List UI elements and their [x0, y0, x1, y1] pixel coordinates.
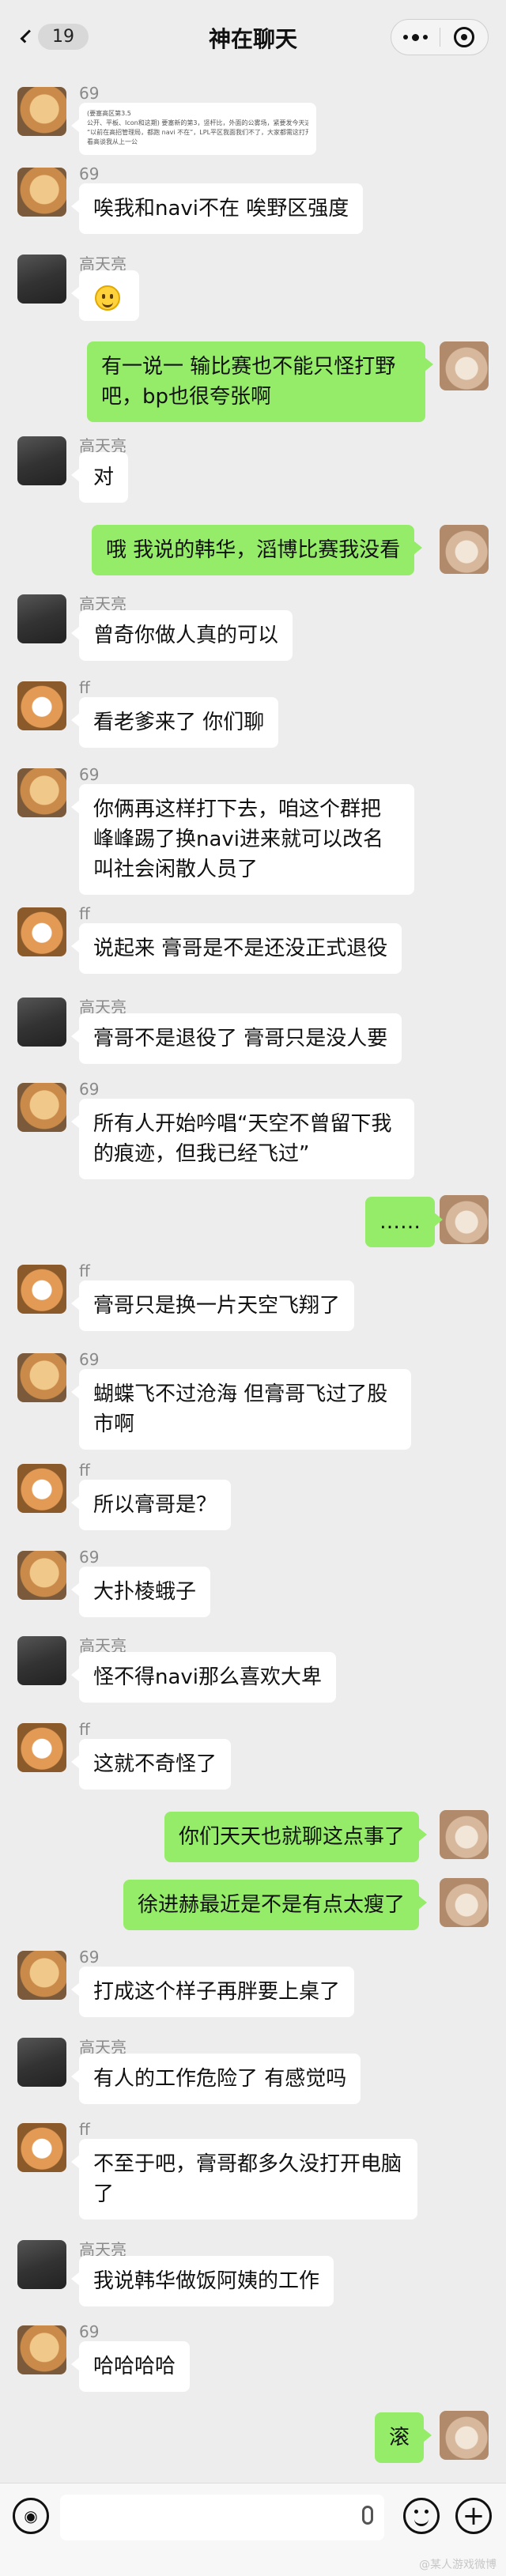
avatar-69[interactable] — [17, 1951, 66, 2000]
avatar-gao-tianliang[interactable] — [17, 998, 66, 1047]
avatar-ff[interactable] — [17, 907, 66, 956]
avatar-ff[interactable] — [17, 1265, 66, 1314]
message-bubble[interactable]: 打成这个样子再胖要上桌了 — [70, 1967, 355, 2017]
avatar-ff[interactable] — [17, 1723, 66, 1772]
message-bubble[interactable]: 我说韩华做饭阿姨的工作 — [70, 2256, 334, 2306]
forwarded-text-line: 看高谈我从上一公 — [87, 138, 138, 145]
avatar-69[interactable] — [17, 1551, 66, 1600]
more-dot-icon — [402, 35, 408, 40]
message-bubble[interactable]: 有一说一 输比赛也不能只怪打野吧，bp也很夸张啊 — [87, 341, 433, 422]
message-bubble[interactable]: 怪不得navi那么喜欢大卑 — [70, 1652, 337, 1703]
sender-name: 69 — [79, 84, 100, 103]
forwarded-text-line: (要塞高区第3.5 — [87, 110, 131, 117]
sound-wave-icon: ◉ — [24, 2506, 38, 2525]
message-bubble[interactable]: 哈哈哈哈 — [70, 2341, 191, 2392]
sender-name: ff — [79, 2120, 90, 2139]
message-bubble[interactable]: 所以膏哥是？ — [70, 1480, 232, 1530]
message-bubble[interactable]: 唉我和navi不在 唉野区强度 — [70, 183, 364, 234]
message-bubble[interactable]: 所有人开始吟唱“天空不曾留下我的痕迹，但我已经飞过” — [71, 1099, 414, 1179]
sender-name: 69 — [79, 1350, 100, 1369]
message-bubble[interactable]: 曾奇你做人真的可以 — [70, 610, 293, 661]
avatar-gao-tianliang[interactable] — [17, 2038, 66, 2087]
message-bubble[interactable]: 徐进赫最近是不是有点太瘦了 — [123, 1880, 428, 1930]
message-bubble[interactable]: 滚 — [375, 2412, 432, 2463]
smile-emoji-icon — [95, 285, 120, 311]
sender-name: ff — [79, 678, 90, 697]
message-bubble[interactable]: 大扑棱蛾子 — [70, 1567, 211, 1617]
sender-name: 69 — [79, 1080, 100, 1099]
avatar-gao-tianliang[interactable] — [17, 2240, 66, 2289]
avatar-69[interactable] — [17, 768, 66, 817]
watermark: @某人游戏微博 — [419, 2559, 497, 2571]
sender-name: ff — [79, 904, 90, 923]
message-bubble[interactable]: 哦 我说的韩华，滔博比赛我没看 — [92, 525, 423, 575]
avatar-ff[interactable] — [17, 681, 66, 730]
message-bubble[interactable]: 蝴蝶飞不过沧海 但膏哥飞过了股市啊 — [71, 1369, 411, 1450]
avatar-gao-tianliang[interactable] — [17, 255, 66, 304]
message-bubble[interactable]: 你们天天也就聊这点事了 — [164, 1812, 428, 1862]
plus-icon: + — [462, 2500, 485, 2532]
forwarded-text-line: 公开、平板、Icon和这期) 要塞新的第3，竖杆比，外面的公雾场，紧要发今天这种… — [87, 119, 308, 126]
chat-header: 19 神在聊天 — [0, 0, 506, 73]
input-toolbar: ◉ + @某人游戏微博 — [0, 2483, 506, 2576]
avatar-self[interactable] — [440, 341, 489, 390]
avatar-69[interactable] — [17, 2325, 66, 2374]
avatar-gao-tianliang[interactable] — [17, 594, 66, 643]
sender-name: 69 — [79, 164, 100, 183]
message-bubble[interactable]: 你俩再这样打下去，咱这个群把峰峰踢了换navi进来就可以改名叫社会闲散人员了 — [71, 784, 414, 895]
message-bubble[interactable]: 说起来 膏哥是不是还没正式退役 — [70, 923, 402, 974]
microphone-icon[interactable] — [362, 2506, 373, 2525]
message-bubble[interactable]: 不至于吧，膏哥都多久没打开电脑了 — [71, 2139, 417, 2220]
avatar-ff[interactable] — [17, 2123, 66, 2172]
message-bubble[interactable]: 这就不奇怪了 — [70, 1739, 232, 1790]
avatar-ff[interactable] — [17, 1464, 66, 1513]
more-button[interactable] — [391, 33, 440, 41]
avatar-69[interactable] — [17, 168, 66, 217]
avatar-gao-tianliang[interactable] — [17, 1636, 66, 1685]
message-bubble[interactable]: …… — [365, 1197, 443, 1247]
message-bubble[interactable]: 对 — [70, 452, 129, 503]
sender-name: 69 — [79, 1548, 100, 1567]
avatar-self[interactable] — [440, 1195, 489, 1244]
voice-input-button[interactable]: ◉ — [13, 2498, 49, 2534]
avatar-69[interactable] — [17, 1353, 66, 1402]
sender-name: 69 — [79, 2322, 100, 2341]
sender-name: ff — [79, 1720, 90, 1739]
sender-name: 69 — [79, 765, 100, 784]
sender-name: ff — [79, 1461, 90, 1480]
sender-name: ff — [79, 1262, 90, 1280]
emoji-message-bubble[interactable] — [71, 270, 139, 321]
message-bubble[interactable]: 看老爹来了 你们聊 — [70, 697, 279, 748]
avatar-self[interactable] — [440, 2411, 489, 2460]
message-input[interactable] — [60, 2495, 384, 2540]
message-bubble[interactable]: 有人的工作危险了 有感觉吗 — [70, 2054, 361, 2104]
close-button[interactable] — [440, 27, 488, 47]
sender-name: 69 — [79, 1948, 100, 1967]
target-icon — [453, 27, 474, 47]
avatar-self[interactable] — [440, 1810, 489, 1859]
emoji-button[interactable] — [403, 2498, 440, 2534]
message-bubble[interactable]: 膏哥只是换一片天空飞翔了 — [70, 1280, 355, 1331]
mini-program-capsule — [391, 19, 489, 55]
more-dot-icon — [411, 33, 419, 41]
forwarded-text-line: “以前在高招管理局，都跑 navi 不在”，LPL平区我面我们不了，大家都需这打… — [87, 129, 308, 136]
more-dot-icon — [422, 35, 428, 40]
avatar-69[interactable] — [17, 1083, 66, 1132]
message-bubble[interactable]: 膏哥不是退役了 膏哥只是没人要 — [70, 1013, 402, 1064]
avatar-69[interactable] — [17, 87, 66, 136]
plus-button[interactable]: + — [455, 2498, 492, 2534]
avatar-self[interactable] — [440, 525, 489, 574]
forwarded-screenshot[interactable]: (要塞高区第3.5 公开、平板、Icon和这期) 要塞新的第3，竖杆比，外面的公… — [71, 103, 316, 155]
avatar-self[interactable] — [440, 1878, 489, 1927]
avatar-gao-tianliang[interactable] — [17, 436, 66, 485]
